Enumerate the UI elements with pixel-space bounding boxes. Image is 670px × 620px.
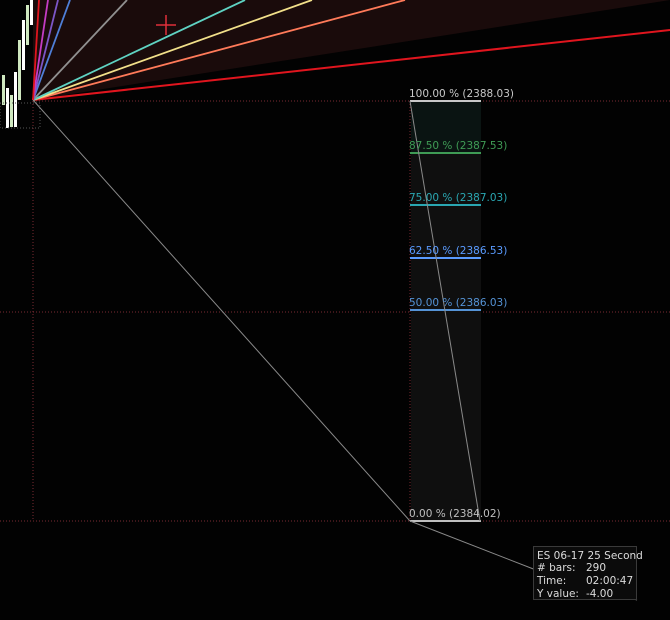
price-bar xyxy=(10,95,13,127)
price-bar xyxy=(6,88,9,128)
data-box-row: Time: 02:00:47 xyxy=(537,575,636,588)
price-bar xyxy=(22,20,25,70)
price-bar xyxy=(18,40,21,100)
fib-level-label: 100.00 % (2388.03) xyxy=(409,88,515,100)
data-box-key: Time: xyxy=(537,575,567,587)
chart-drawing[interactable] xyxy=(0,0,670,620)
price-bar xyxy=(2,75,5,105)
fib-level-label: 62.50 % (2386.53) xyxy=(409,245,508,257)
trend-lines[interactable] xyxy=(32,99,638,601)
fib-level-label: 0.00 % (2384.02) xyxy=(409,508,501,520)
data-box-title: ES 06-17 25 Second xyxy=(537,550,643,562)
guide-lines xyxy=(0,100,670,522)
fib-level-label: 75.00 % (2387.03) xyxy=(409,192,508,204)
data-box-key: Y value: xyxy=(537,588,579,600)
price-bar xyxy=(14,72,17,127)
trend-line[interactable] xyxy=(409,520,537,571)
chart-canvas[interactable]: 100.00 % (2388.03) 87.50 % (2387.53) 75.00… xyxy=(0,0,670,620)
data-box-value: 290 xyxy=(586,562,607,574)
price-bar xyxy=(26,5,29,45)
data-box: ES 06-17 25 Second # bars: 290 Time: 02:… xyxy=(533,546,643,601)
fib-level-label: 87.50 % (2387.53) xyxy=(409,140,508,152)
data-box-value: 02:00:47 xyxy=(586,575,634,587)
trend-line[interactable] xyxy=(32,99,411,522)
data-box-value: -4.00 xyxy=(586,588,614,600)
data-box-key: # bars: xyxy=(537,562,576,574)
price-bar xyxy=(30,0,33,25)
fib-level-label: 50.00 % (2386.03) xyxy=(409,297,508,309)
data-box-row: Y value: -4.00 xyxy=(537,588,636,601)
data-box-row: # bars: 290 xyxy=(537,562,636,575)
